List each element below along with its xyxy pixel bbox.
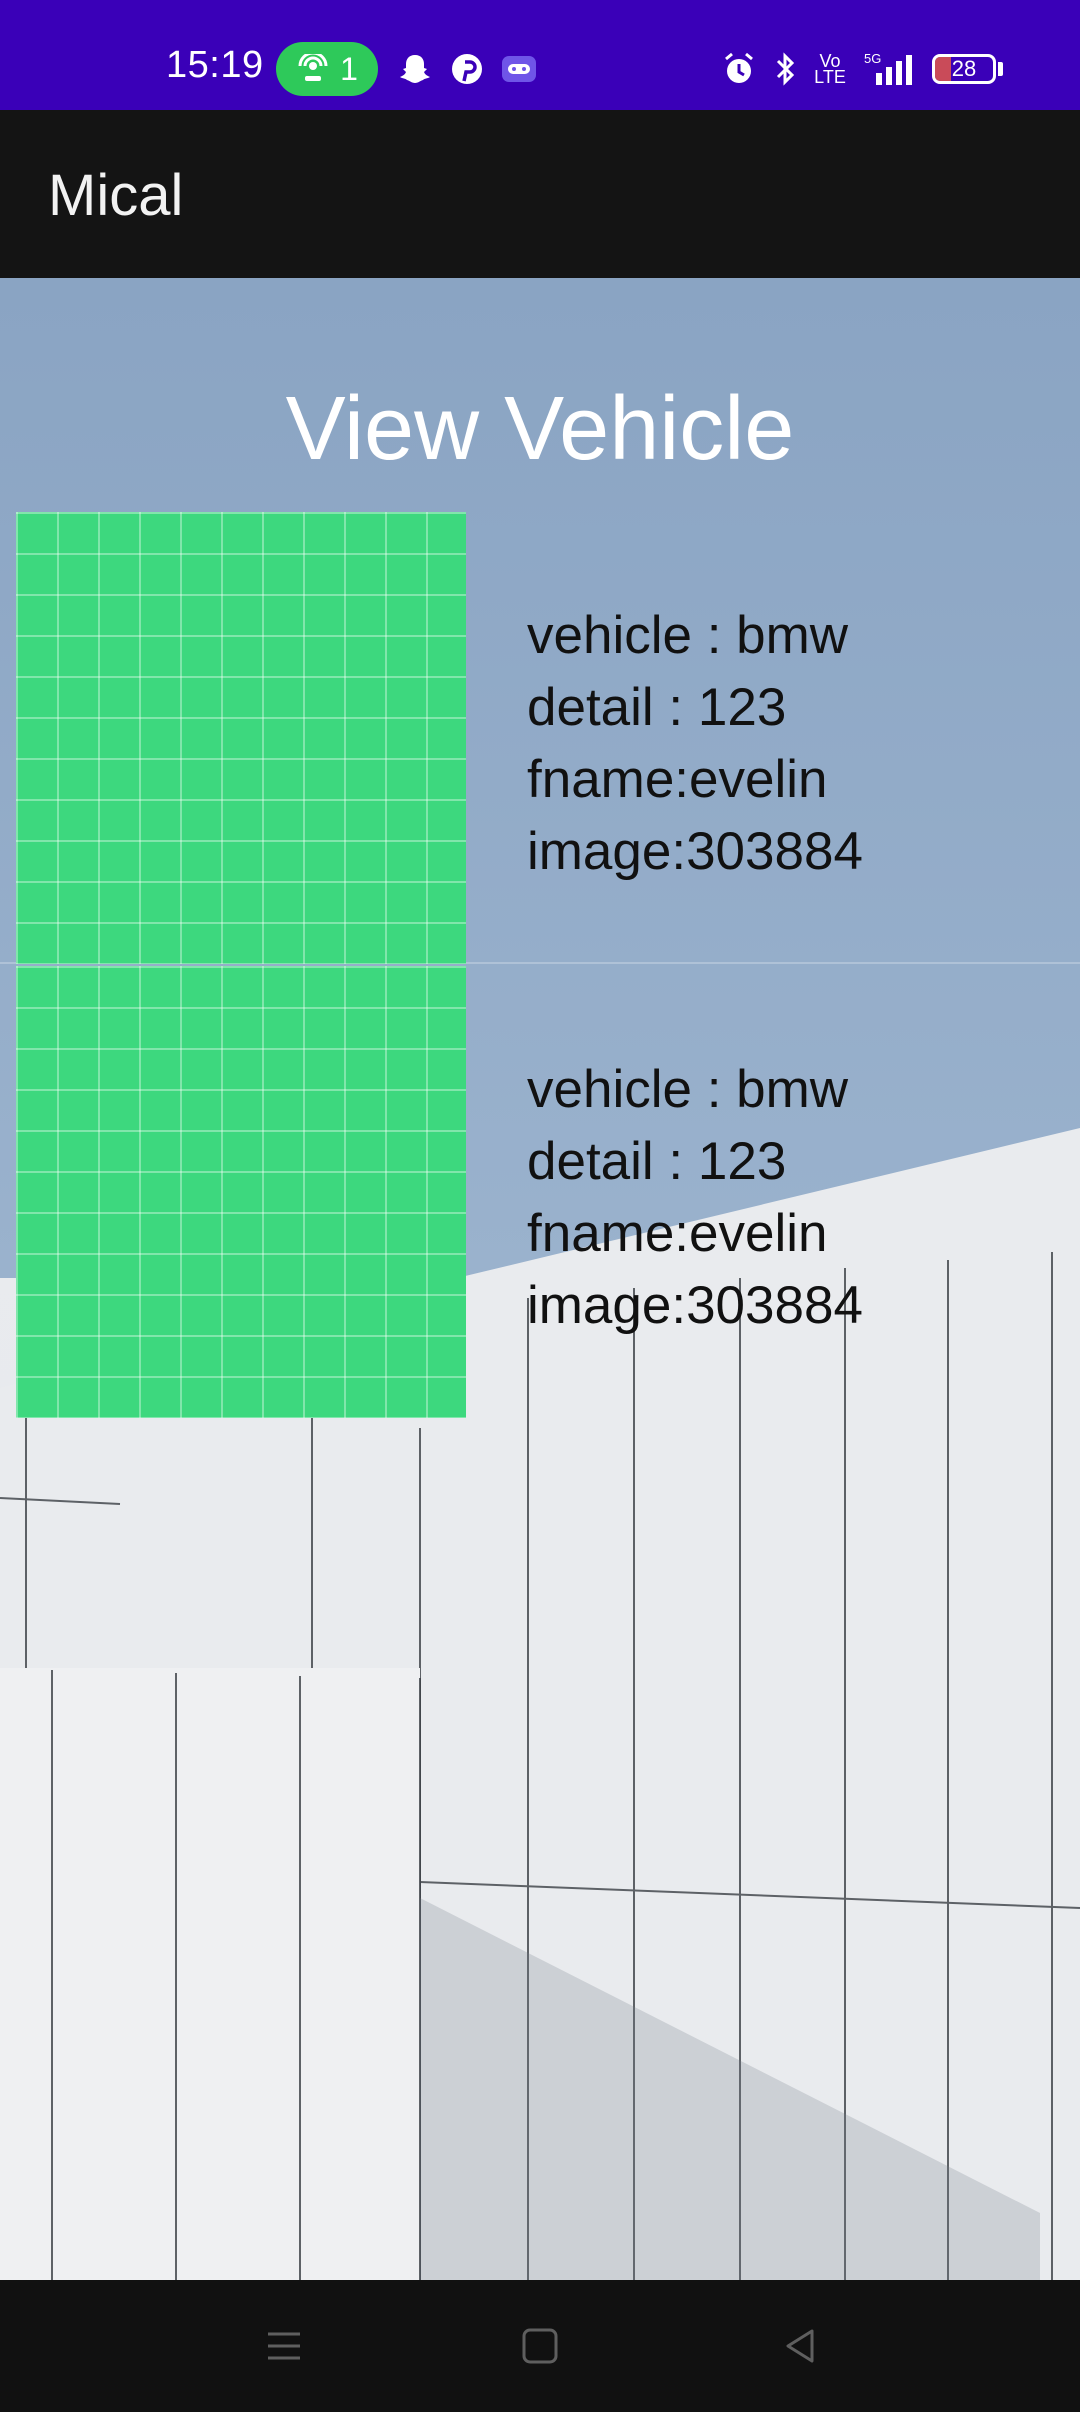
vehicle-image-id: image:303884 <box>527 822 863 881</box>
content-area[interactable]: View Vehicle vehicle : bmw detail : 123 … <box>0 278 1080 2280</box>
signal-icon: 5G <box>864 50 920 88</box>
vehicle-details: vehicle : bmw detail : 123 fname:evelin … <box>527 1054 863 1342</box>
status-bar: 15:19 1 Vo LTE 5G 28 <box>0 0 1080 110</box>
battery-level: 28 <box>951 56 977 81</box>
alarm-icon <box>720 50 758 88</box>
network-type: 5G <box>864 51 881 66</box>
app-bar: Mical <box>0 110 1080 278</box>
vehicle-list-item[interactable]: vehicle : bmw detail : 123 fname:evelin … <box>0 966 1080 1418</box>
back-icon[interactable] <box>778 2324 822 2368</box>
vehicle-details: vehicle : bmw detail : 123 fname:evelin … <box>527 600 863 888</box>
vehicle-detail: detail : 123 <box>527 1132 787 1191</box>
vehicle-name: vehicle : bmw <box>527 606 849 665</box>
vehicle-image <box>16 966 466 1418</box>
status-time: 15:19 <box>166 44 264 86</box>
page-heading: View Vehicle <box>285 379 795 479</box>
bluetooth-icon <box>766 50 804 88</box>
snapchat-icon <box>396 50 434 88</box>
home-icon[interactable] <box>518 2324 562 2368</box>
app-title: Mical <box>48 163 184 228</box>
vehicle-detail: detail : 123 <box>527 678 787 737</box>
vehicle-list-item[interactable]: vehicle : bmw detail : 123 fname:evelin … <box>0 512 1080 964</box>
vehicle-fname: fname:evelin <box>527 750 828 809</box>
hotspot-count: 1 <box>340 50 358 87</box>
volte-indicator: Vo LTE <box>814 51 846 87</box>
hotspot-indicator: 1 <box>276 42 378 96</box>
pinterest-icon <box>448 50 486 88</box>
battery-tip <box>998 62 1003 76</box>
vehicle-name: vehicle : bmw <box>527 1060 849 1119</box>
menu-icon[interactable] <box>262 2324 306 2368</box>
hotspot-icon <box>298 54 328 81</box>
vehicle-image <box>16 512 466 964</box>
game-icon <box>500 50 538 88</box>
navigation-bar <box>0 2280 1080 2412</box>
vehicle-fname: fname:evelin <box>527 1204 828 1263</box>
battery-icon: 28 <box>932 54 996 84</box>
vehicle-image-id: image:303884 <box>527 1276 863 1335</box>
